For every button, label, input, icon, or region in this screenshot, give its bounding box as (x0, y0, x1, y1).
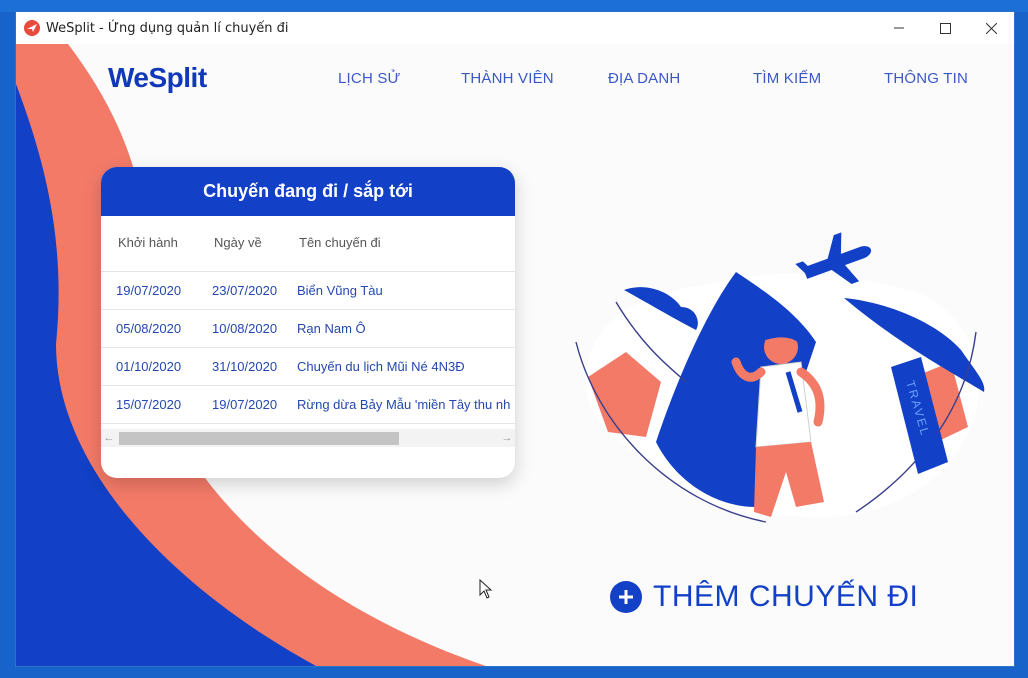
nav-search[interactable]: TÌM KIẾM (753, 70, 821, 87)
minimize-button[interactable] (876, 12, 922, 44)
table-row[interactable]: 15/07/2020 19/07/2020 Rừng dừa Bảy Mẫu '… (101, 386, 515, 424)
table-row[interactable]: 05/08/2020 10/08/2020 Rạn Nam Ô (101, 310, 515, 348)
cell-trip-name: Rạn Nam Ô (297, 321, 366, 336)
app-window: WeSplit - Ứng dụng quản lí chuyến đi WeS… (16, 12, 1014, 666)
trips-card-title: Chuyến đang đi / sắp tới (101, 167, 515, 216)
table-row[interactable]: 01/10/2020 31/10/2020 Chuyến du lịch Mũi… (101, 348, 515, 386)
scroll-right-icon[interactable]: → (499, 429, 515, 447)
nav-members[interactable]: THÀNH VIÊN (461, 70, 554, 87)
cell-departure: 19/07/2020 (116, 283, 182, 298)
cell-return: 19/07/2020 (212, 397, 278, 412)
nav-history[interactable]: LỊCH SỬ (338, 70, 401, 87)
minimize-icon (894, 27, 904, 29)
maximize-icon (939, 22, 951, 34)
trips-card: Chuyến đang đi / sắp tới Khởi hành Ngày … (101, 167, 515, 478)
table-header-row: Khởi hành Ngày về Tên chuyến đi (101, 216, 515, 272)
table-row[interactable]: 19/07/2020 23/07/2020 Biển Vũng Tàu (101, 272, 515, 310)
mouse-cursor-icon (479, 579, 493, 599)
cell-trip-name: Biển Vũng Tàu (297, 283, 383, 298)
cell-return: 31/10/2020 (212, 359, 278, 374)
maximize-button[interactable] (922, 12, 968, 44)
scrollbar-thumb[interactable] (119, 432, 399, 445)
app-logo[interactable]: WeSplit (108, 62, 207, 94)
column-header-trip-name[interactable]: Tên chuyến đi (299, 235, 381, 250)
cell-trip-name: Chuyến du lịch Mũi Né 4N3Đ (297, 359, 465, 374)
scroll-left-icon[interactable]: ← (101, 429, 117, 447)
nav-places[interactable]: ĐỊA DANH (608, 70, 680, 87)
cell-departure: 05/08/2020 (116, 321, 182, 336)
nav-info[interactable]: THÔNG TIN (884, 70, 968, 87)
column-header-departure[interactable]: Khởi hành (118, 235, 178, 250)
plus-icon (610, 581, 642, 613)
add-trip-label: THÊM CHUYẾN ĐI (653, 580, 919, 613)
close-icon (985, 22, 997, 34)
cell-trip-name: Rừng dừa Bảy Mẫu 'miền Tây thu nh (297, 397, 511, 412)
title-bar: WeSplit - Ứng dụng quản lí chuyến đi (16, 12, 1014, 44)
horizontal-scrollbar[interactable]: ← → (101, 429, 515, 447)
travel-illustration: TRAVEL (575, 232, 985, 523)
trips-table: Khởi hành Ngày về Tên chuyến đi 19/07/20… (101, 216, 515, 424)
close-button[interactable] (968, 12, 1014, 44)
add-trip-button[interactable]: THÊM CHUYẾN ĐI (610, 580, 918, 614)
cell-return: 23/07/2020 (212, 283, 278, 298)
app-logo-icon (24, 20, 40, 36)
window-controls (876, 12, 1014, 44)
window-title: WeSplit - Ứng dụng quản lí chuyến đi (46, 20, 289, 36)
cell-departure: 15/07/2020 (116, 397, 182, 412)
column-header-return[interactable]: Ngày về (214, 235, 262, 250)
desktop-background (0, 0, 1028, 12)
cell-return: 10/08/2020 (212, 321, 278, 336)
cell-departure: 01/10/2020 (116, 359, 182, 374)
